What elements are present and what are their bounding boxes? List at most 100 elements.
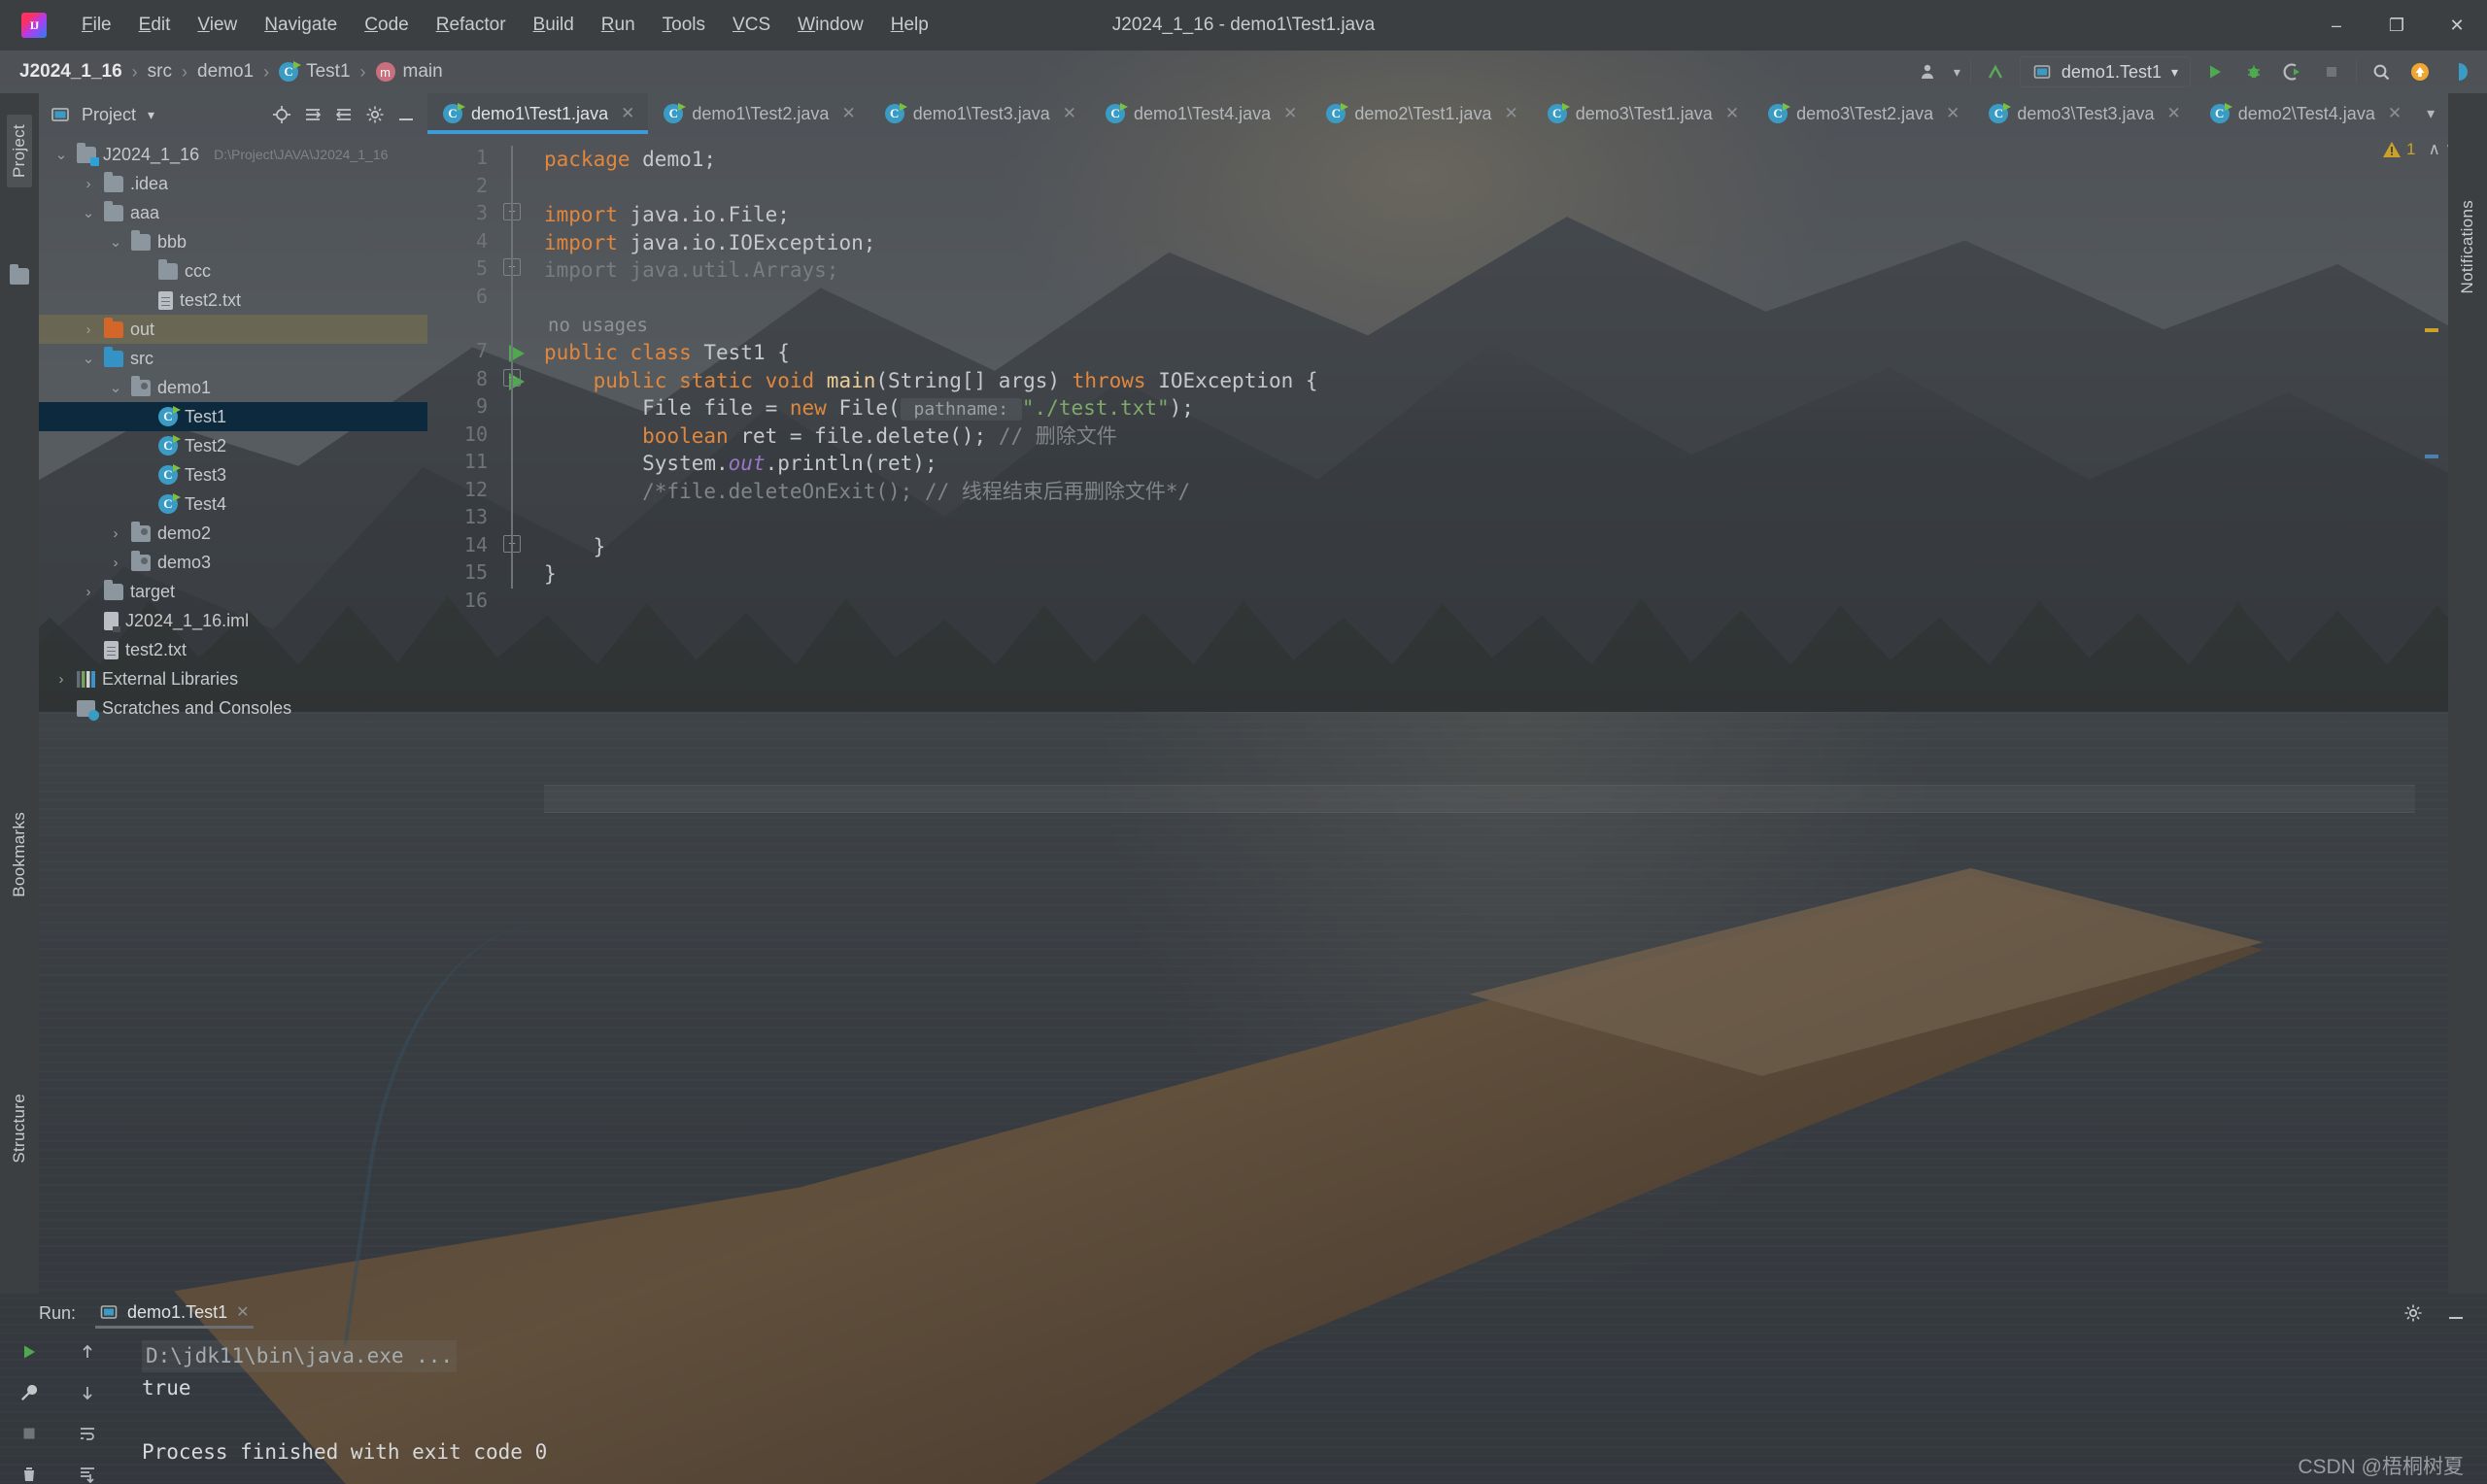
tab-close-icon[interactable]: ✕ (2388, 104, 2402, 123)
menu-code[interactable]: Code (351, 11, 422, 40)
editor-gutter[interactable]: 12345678910111213141516−−−− (427, 134, 544, 1294)
update-project-icon[interactable] (1981, 57, 2010, 86)
settings-wrench-icon[interactable] (19, 1383, 39, 1402)
inspection-up-icon[interactable]: ∧ (2428, 140, 2439, 159)
editor-tab-demo1-test2-java[interactable]: demo1\Test2.java ✕ (648, 93, 869, 134)
code-line-3[interactable]: import java.io.File; (544, 201, 790, 229)
editor-tab-demo1-test3-java[interactable]: demo1\Test3.java ✕ (869, 93, 1090, 134)
code-line-10[interactable]: boolean ret = file.delete(); // 删除文件 (544, 422, 1117, 451)
tree-item-test4[interactable]: Test4 (39, 489, 427, 519)
tree-twisty-icon[interactable]: › (107, 525, 124, 542)
tab-close-icon[interactable]: ✕ (1283, 104, 1297, 123)
code-line-1[interactable]: package demo1; (544, 146, 716, 174)
menu-help[interactable]: Help (877, 11, 942, 40)
menu-navigate[interactable]: Navigate (251, 11, 351, 40)
code-line-8[interactable]: public static void main(String[] args) t… (544, 367, 1318, 395)
scroll-marker-change[interactable] (2425, 455, 2438, 458)
tab-close-icon[interactable]: ✕ (841, 104, 855, 123)
tab-close-icon[interactable]: ✕ (1946, 104, 1959, 123)
tool-window-notifications[interactable]: Notifications (2458, 200, 2477, 294)
editor-tab-demo3-test3-java[interactable]: demo3\Test3.java ✕ (1973, 93, 2194, 134)
tool-window-bookmarks[interactable]: Bookmarks (10, 812, 29, 897)
tree-item--idea[interactable]: › .idea (39, 169, 427, 198)
code-content[interactable]: no usages package demo1; import java.io.Fi… (544, 134, 2415, 1294)
tree-item-out[interactable]: › out (39, 315, 427, 344)
stop-icon[interactable] (19, 1424, 39, 1443)
close-button[interactable]: ✕ (2427, 0, 2487, 51)
menu-tools[interactable]: Tools (649, 11, 719, 40)
breadcrumb-item-test1[interactable]: Test1 (300, 61, 356, 83)
editor-tab-demo1-test4-java[interactable]: demo1\Test4.java ✕ (1090, 93, 1311, 134)
menu-edit[interactable]: Edit (125, 11, 185, 40)
editor-tab-demo3-test1-java[interactable]: demo3\Test1.java ✕ (1532, 93, 1753, 134)
breadcrumb-item-main[interactable]: main (397, 61, 449, 83)
tree-item-test2-txt[interactable]: test2.txt (39, 286, 427, 315)
tree-item-test3[interactable]: Test3 (39, 460, 427, 489)
chevron-down-icon[interactable]: ▾ (2171, 64, 2178, 81)
scroll-marker-warning[interactable] (2425, 328, 2438, 332)
code-line-5[interactable]: import java.util.Arrays; (544, 256, 838, 285)
maximize-button[interactable]: ❐ (2367, 0, 2427, 51)
tree-item-scratches-and-consoles[interactable]: Scratches and Consoles (39, 693, 427, 723)
tab-close-icon[interactable]: ✕ (621, 104, 634, 123)
tree-twisty-icon[interactable]: ⌄ (52, 146, 70, 163)
stop-button[interactable] (2317, 57, 2346, 86)
tree-item-ccc[interactable]: ccc (39, 256, 427, 286)
editor-scroll-markers[interactable]: 1 ∧ ∨ (2383, 134, 2448, 1294)
code-line-15[interactable]: } (544, 560, 557, 589)
inspection-widget[interactable]: 1 ∧ ∨ (2382, 140, 2448, 159)
tree-item-bbb[interactable]: ⌄ bbb (39, 227, 427, 256)
tree-twisty-icon[interactable]: › (52, 671, 70, 688)
minimize-button[interactable]: – (2306, 0, 2367, 51)
tree-item-j2024-1-16[interactable]: ⌄ J2024_1_16 D:\Project\JAVA\J2024_1_16 (39, 140, 427, 169)
code-editor[interactable]: 12345678910111213141516−−−− no usagespac… (427, 134, 2448, 1294)
updates-available-icon[interactable] (2405, 57, 2435, 86)
scroll-down-icon[interactable] (78, 1383, 97, 1402)
code-line-4[interactable]: import java.io.IOException; (544, 229, 875, 257)
breadcrumb-item-src[interactable]: src (142, 61, 178, 83)
scroll-to-end-icon[interactable] (78, 1465, 97, 1484)
minimize-icon[interactable] (2446, 1303, 2466, 1323)
tree-item-demo1[interactable]: ⌄ demo1 (39, 373, 427, 402)
code-line-7[interactable]: public class Test1 { (544, 339, 790, 367)
code-line-14[interactable]: } (544, 533, 606, 561)
tab-close-icon[interactable]: ✕ (2167, 104, 2181, 123)
run-configuration-selector[interactable]: demo1.Test1 ▾ (2019, 56, 2191, 87)
tab-close-icon[interactable]: ✕ (1504, 104, 1517, 123)
menu-window[interactable]: Window (784, 11, 877, 40)
tree-item-demo3[interactable]: › demo3 (39, 548, 427, 577)
run-tab-close-icon[interactable]: ✕ (236, 1302, 249, 1322)
debug-button[interactable] (2239, 57, 2268, 86)
run-button[interactable] (2200, 57, 2230, 86)
locate-icon[interactable] (272, 105, 291, 124)
gear-icon[interactable] (365, 105, 385, 124)
run-tab-demo1-test1[interactable]: demo1.Test1 ✕ (89, 1298, 258, 1329)
breadcrumb-item-demo1[interactable]: demo1 (191, 61, 259, 83)
code-line-12[interactable]: /*file.deleteOnExit(); // 线程结束后再删除文件*/ (544, 478, 1190, 506)
code-line-11[interactable]: System.out.println(ret); (544, 450, 937, 478)
account-caret-icon[interactable]: ▾ (1954, 64, 1960, 81)
expand-all-icon[interactable] (303, 105, 323, 124)
soft-wrap-icon[interactable] (78, 1424, 97, 1443)
tab-close-icon[interactable]: ✕ (1725, 104, 1739, 123)
tree-twisty-icon[interactable]: › (107, 555, 124, 571)
tree-twisty-icon[interactable]: › (80, 584, 97, 600)
scroll-up-icon[interactable] (78, 1342, 97, 1362)
menu-file[interactable]: File (68, 11, 125, 40)
menu-view[interactable]: View (184, 11, 251, 40)
tree-item-target[interactable]: › target (39, 577, 427, 606)
project-pane-caret-icon[interactable]: ▾ (148, 107, 154, 123)
tree-twisty-icon[interactable]: ⌄ (80, 204, 97, 221)
tree-twisty-icon[interactable]: ⌄ (107, 233, 124, 251)
editor-tab-demo3-test2-java[interactable]: demo3\Test2.java ✕ (1753, 93, 1973, 134)
editor-tab-demo2-test1-java[interactable]: demo2\Test1.java ✕ (1311, 93, 1531, 134)
run-with-coverage-button[interactable] (2278, 57, 2307, 86)
tab-overflow-icon[interactable]: ▾ (2427, 104, 2435, 123)
rerun-icon[interactable] (19, 1342, 39, 1362)
gear-icon[interactable] (2403, 1303, 2423, 1323)
editor-tab-demo2-test4-java[interactable]: demo2\Test4.java ✕ (2195, 93, 2415, 134)
menu-run[interactable]: Run (588, 11, 649, 40)
tree-twisty-icon[interactable]: ⌄ (107, 379, 124, 396)
collapse-all-icon[interactable] (334, 105, 354, 124)
search-everywhere-icon[interactable] (2367, 57, 2396, 86)
